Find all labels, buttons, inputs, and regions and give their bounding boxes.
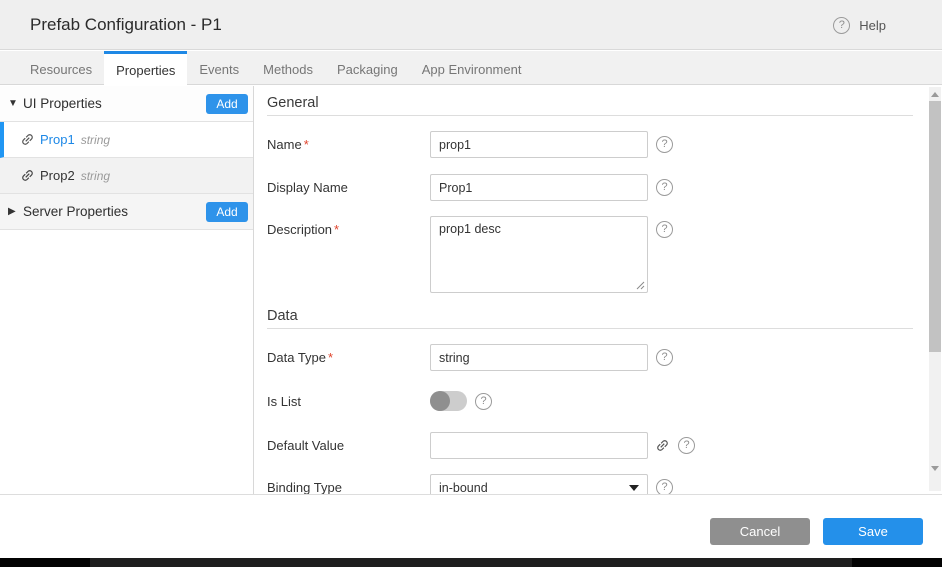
add-ui-property-button[interactable]: Add [206,94,248,114]
help-label: Help [859,18,886,33]
data-type-help-icon[interactable] [656,349,673,366]
page-title: Prefab Configuration - P1 [30,0,222,50]
default-value-help-icon[interactable] [678,437,695,454]
link-icon [20,168,35,183]
section-heading-data: Data [267,308,913,329]
is-list-label: Is List [267,391,430,411]
default-value-label: Default Value [267,432,430,459]
help-button[interactable]: Help [833,0,886,50]
description-label: Description* [267,216,430,293]
sidebar-group-ui-properties[interactable]: ▼ UI Properties Add [0,86,253,122]
required-asterisk: * [304,137,309,152]
taskbar-strip [0,558,942,567]
scrollbar-thumb[interactable] [929,101,941,352]
prefab-configuration-window: Prefab Configuration - P1 Help Resources… [0,0,942,567]
data-type-label: Data Type* [267,344,430,371]
tab-methods[interactable]: Methods [251,51,325,85]
form-row-name: Name* [267,131,926,158]
required-asterisk: * [328,350,333,365]
form-row-data-type: Data Type* [267,344,926,371]
link-icon [20,132,35,147]
properties-sidebar: ▼ UI Properties Add Prop1 string Prop2 s… [0,86,254,494]
tab-packaging[interactable]: Packaging [325,51,410,85]
sidebar-item-prop1[interactable]: Prop1 string [0,122,253,158]
is-list-toggle[interactable] [430,391,467,411]
name-input[interactable] [430,131,648,158]
property-form: General Name* Display Name Description* [255,86,926,494]
group-label: Server Properties [23,204,128,219]
scroll-down-icon[interactable] [931,466,939,471]
display-name-help-icon[interactable] [656,179,673,196]
tab-bar: Resources Properties Events Methods Pack… [0,51,942,85]
toggle-knob [430,391,450,411]
footer-action-bar: Cancel Save [0,494,942,558]
name-label: Name* [267,131,430,158]
form-row-display-name: Display Name [267,174,926,201]
tab-properties[interactable]: Properties [104,51,187,86]
binding-type-select[interactable]: in-bound [430,474,648,494]
form-row-description: Description* prop1 desc [267,216,926,293]
default-value-input[interactable] [430,432,648,459]
prop-name: Prop2 [40,168,75,183]
tab-app-environment[interactable]: App Environment [410,51,534,85]
is-list-help-icon[interactable] [475,393,492,410]
vertical-scrollbar[interactable] [929,87,941,491]
add-server-property-button[interactable]: Add [206,202,248,222]
bind-link-icon[interactable] [655,438,670,453]
sidebar-group-server-properties[interactable]: ▶ Server Properties Add [0,194,253,230]
form-row-binding-type: Binding Type in-bound [267,474,926,494]
binding-type-label: Binding Type [267,474,430,494]
form-row-is-list: Is List [267,391,926,411]
sidebar-item-prop2[interactable]: Prop2 string [0,158,253,194]
description-textarea[interactable]: prop1 desc [430,216,648,293]
form-row-default-value: Default Value [267,432,926,459]
prop-type: string [81,169,110,183]
display-name-input[interactable] [430,174,648,201]
chevron-right-icon: ▶ [8,206,23,217]
prop-type: string [81,133,110,147]
name-help-icon[interactable] [656,136,673,153]
tab-resources[interactable]: Resources [18,51,104,85]
required-asterisk: * [334,222,339,237]
title-bar: Prefab Configuration - P1 Help [0,0,942,50]
binding-type-help-icon[interactable] [656,479,673,494]
display-name-label: Display Name [267,174,430,201]
resize-handle-icon[interactable] [636,281,645,290]
cancel-button[interactable]: Cancel [710,518,810,545]
data-type-input[interactable] [430,344,648,371]
group-label: UI Properties [23,96,102,111]
description-help-icon[interactable] [656,221,673,238]
tab-events[interactable]: Events [187,51,251,85]
section-heading-general: General [267,95,913,116]
scroll-up-icon[interactable] [931,92,939,97]
chevron-down-icon: ▼ [8,98,23,109]
help-icon [833,17,850,34]
save-button[interactable]: Save [823,518,923,545]
prop-name: Prop1 [40,132,75,147]
